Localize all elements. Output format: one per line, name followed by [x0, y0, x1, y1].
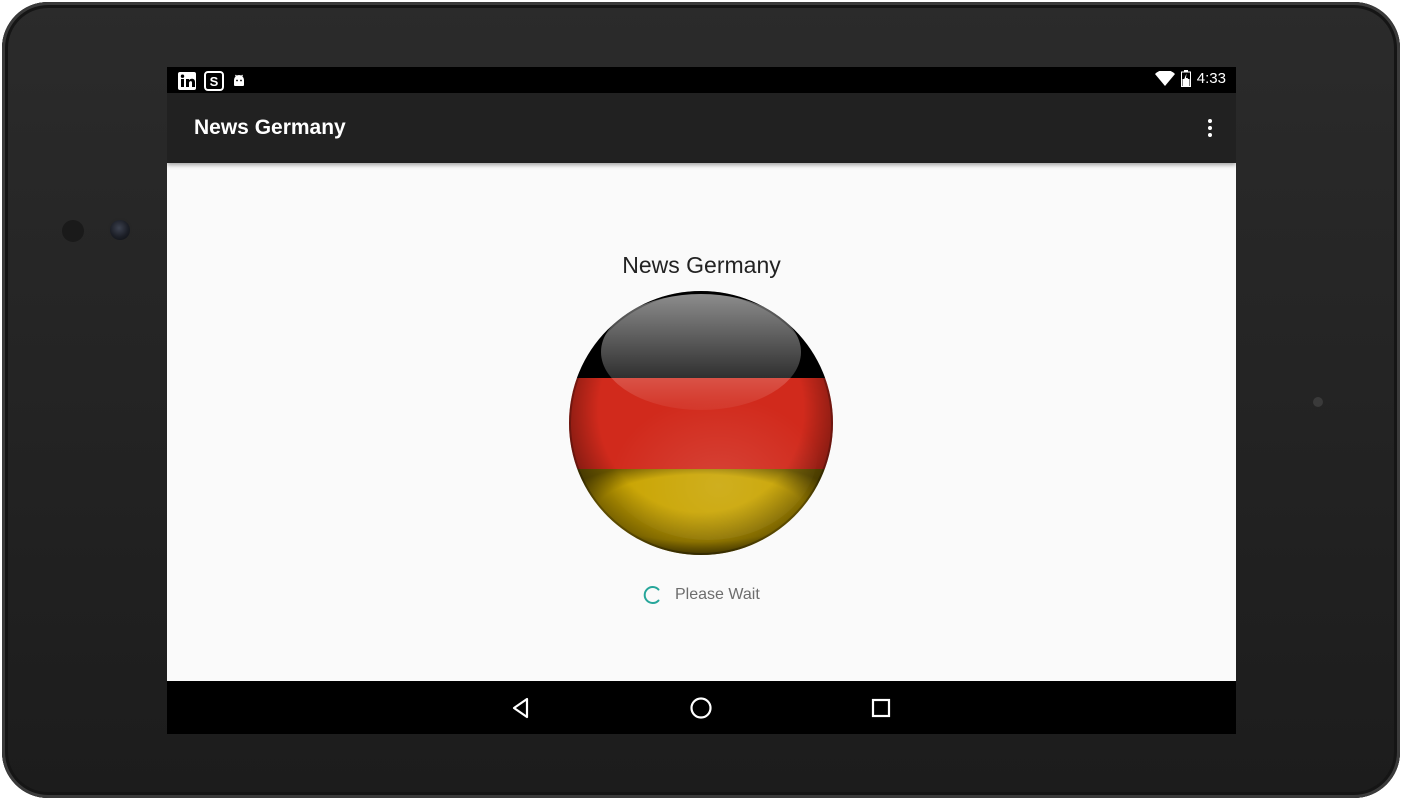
loading-text: Please Wait	[675, 586, 760, 603]
wifi-icon	[1154, 70, 1175, 86]
light-sensor	[62, 220, 84, 242]
android-icon	[234, 74, 244, 86]
spinner-icon	[643, 586, 660, 604]
germany-flag-globe	[569, 291, 833, 555]
proximity-sensor	[1313, 397, 1323, 407]
recents-icon[interactable]	[868, 695, 894, 721]
front-camera	[110, 220, 130, 240]
linkedin-icon	[178, 72, 196, 90]
screen: S 4:33 News Germany News Germany Please …	[167, 67, 1236, 734]
app-toolbar: News Germany	[167, 93, 1236, 163]
back-icon[interactable]	[508, 695, 534, 721]
news-app-icon: S	[204, 71, 224, 91]
toolbar-title: News Germany	[194, 116, 346, 139]
status-bar: S 4:33	[167, 67, 1236, 93]
navigation-bar	[167, 681, 1236, 734]
svg-text:S: S	[210, 74, 219, 89]
status-time: 4:33	[1196, 70, 1226, 87]
more-vert-icon[interactable]	[1198, 113, 1222, 143]
home-icon[interactable]	[688, 695, 714, 721]
battery-icon	[1180, 70, 1191, 87]
loading-indicator: Please Wait	[643, 585, 760, 605]
splash-title: News Germany	[622, 252, 781, 278]
